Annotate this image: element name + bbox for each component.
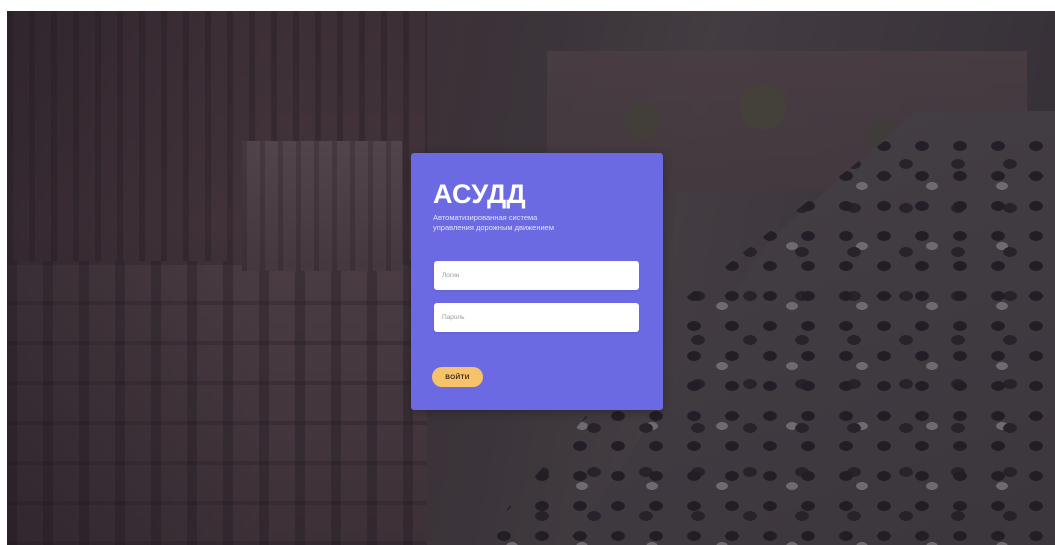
password-input[interactable] [434,303,639,332]
login-input[interactable] [434,261,639,290]
app-subtitle: Автоматизированная система управления до… [433,213,554,232]
app-title: АСУДД [433,179,526,209]
login-button[interactable]: ВОЙТИ [432,367,483,387]
login-page: АСУДД Автоматизированная система управле… [7,11,1055,545]
login-card: АСУДД Автоматизированная система управле… [411,153,663,410]
